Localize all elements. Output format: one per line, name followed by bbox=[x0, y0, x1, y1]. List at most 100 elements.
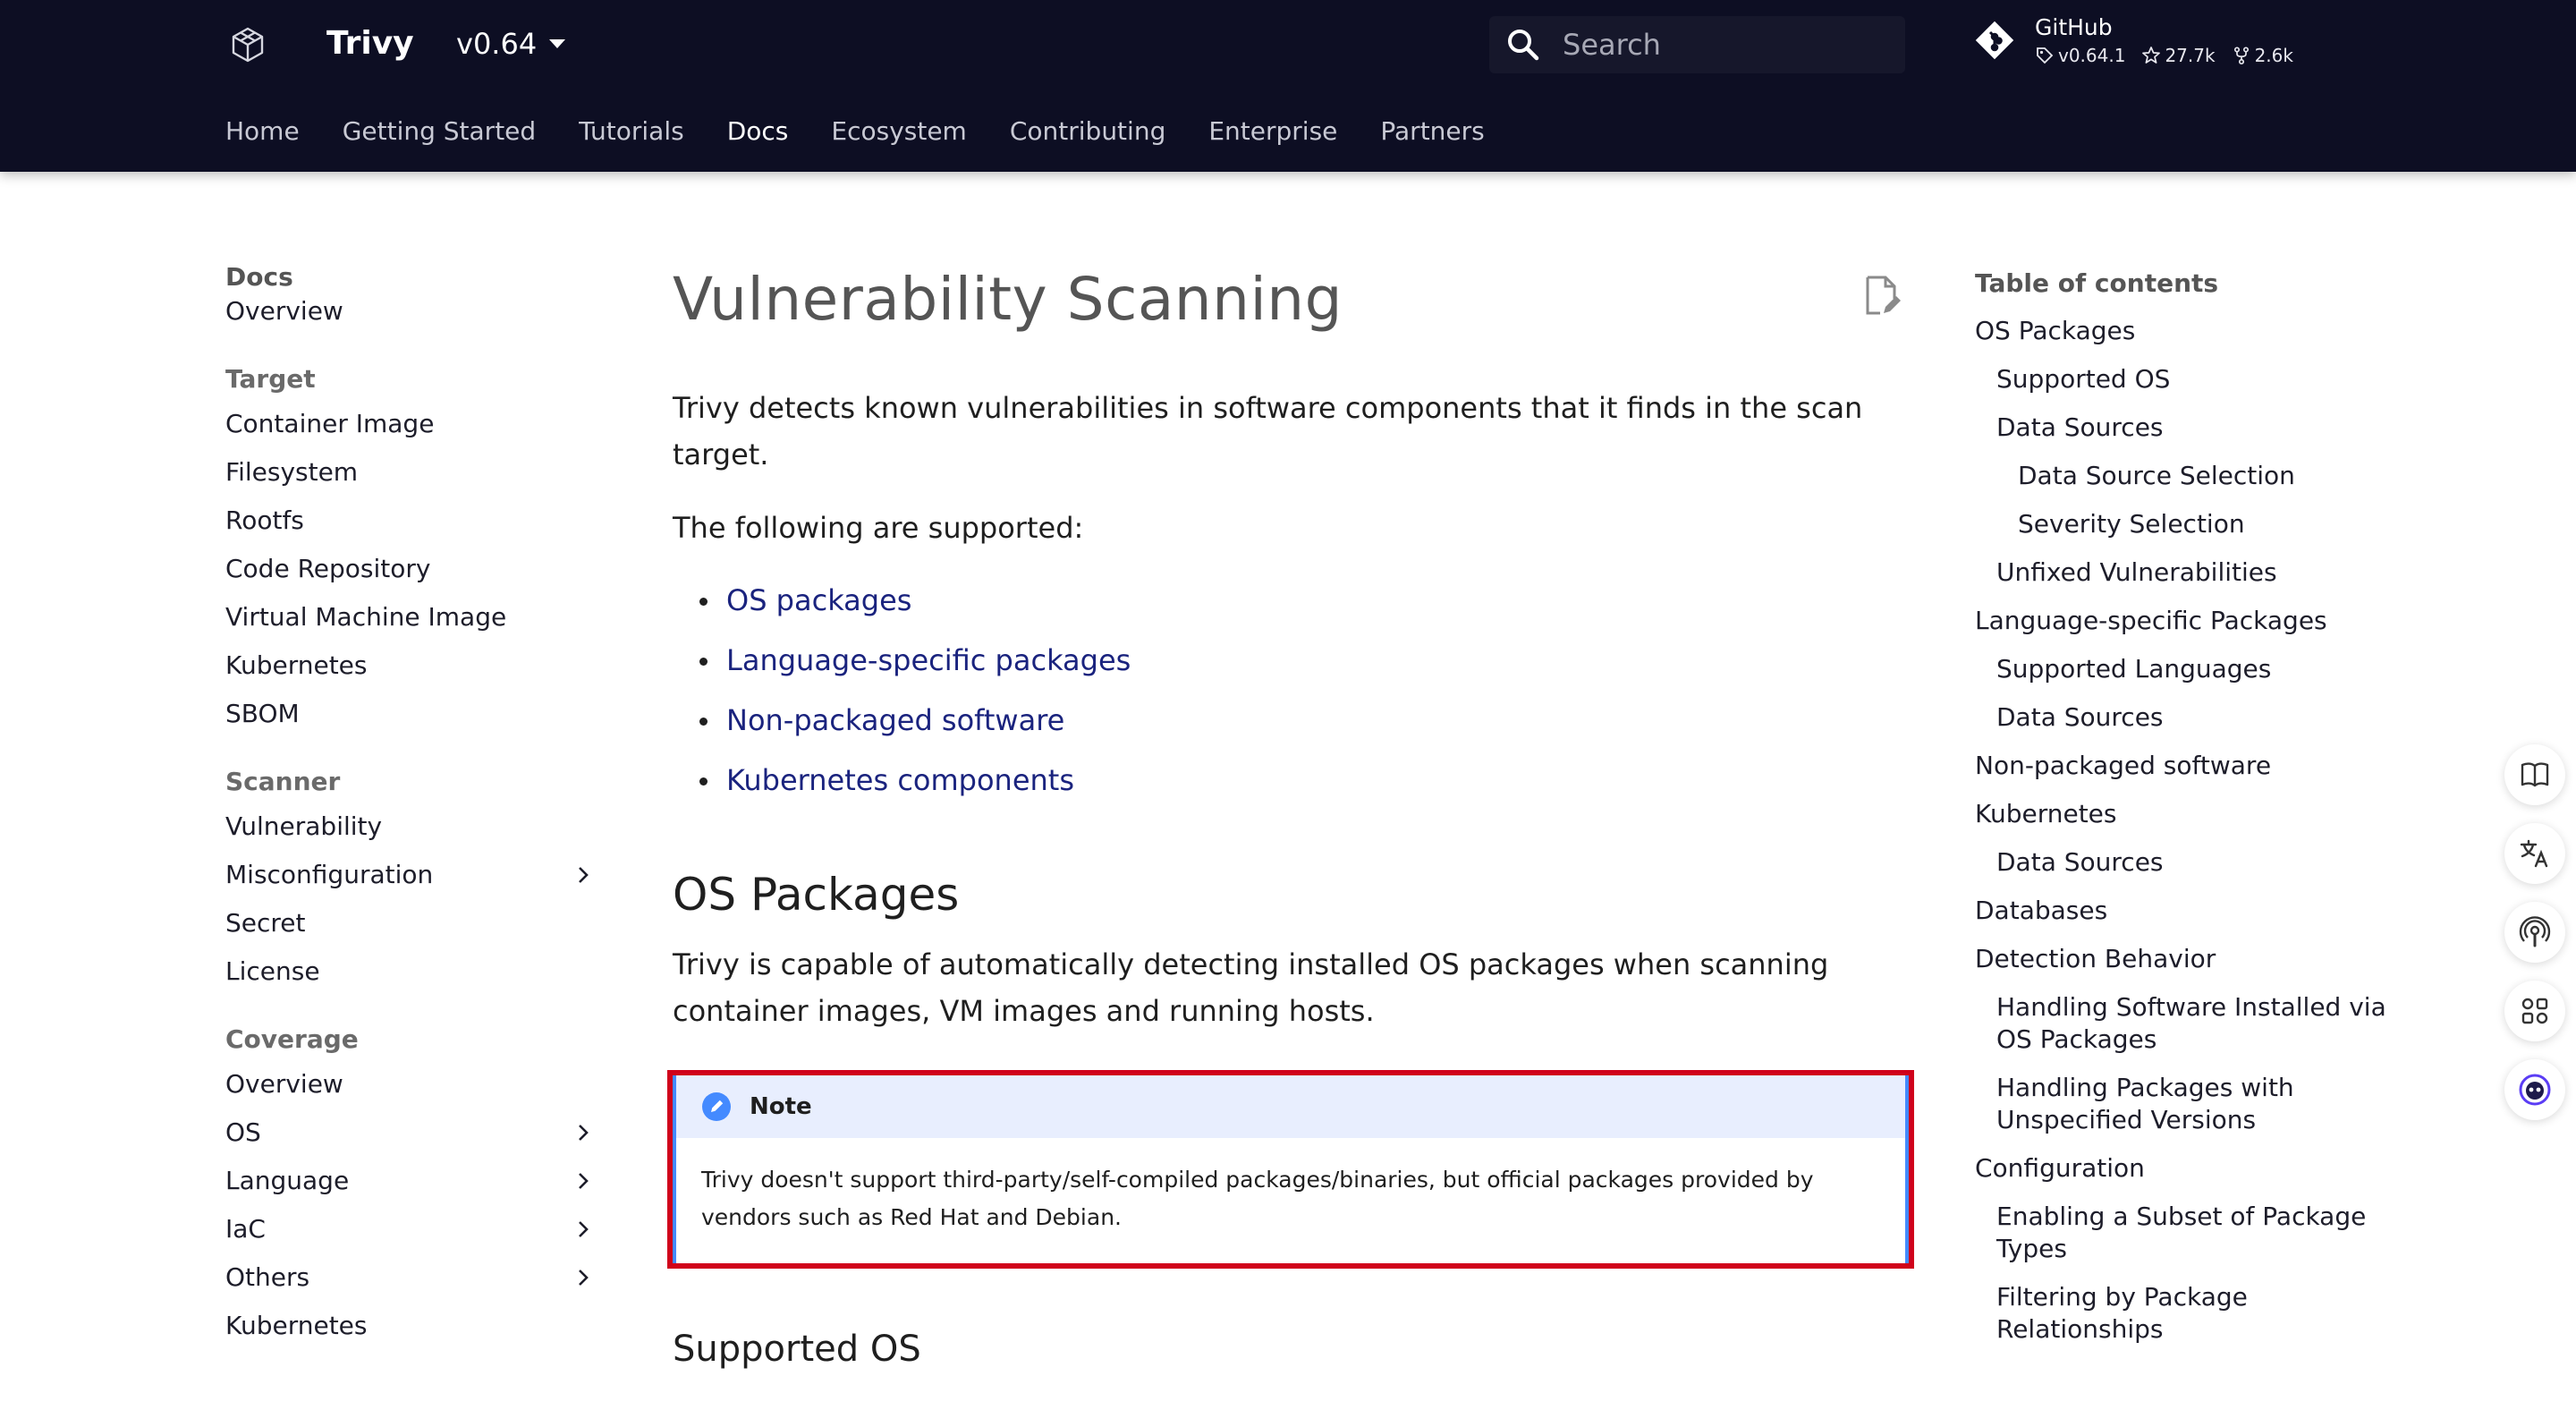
translate-icon bbox=[2520, 839, 2548, 868]
repo-stars: 27.7k bbox=[2141, 43, 2216, 68]
list-item: Language-specific packages bbox=[699, 631, 1911, 691]
note-title: Note bbox=[750, 1093, 812, 1120]
sidebar-item-label: IaC bbox=[225, 1214, 266, 1244]
apps-button[interactable] bbox=[2504, 981, 2565, 1041]
repo-tag: v0.64.1 bbox=[2035, 43, 2125, 68]
sidebar-item-os[interactable]: OS bbox=[225, 1109, 601, 1158]
sidebar-item-sbom[interactable]: SBOM bbox=[225, 691, 601, 739]
toc-item[interactable]: Data Sources bbox=[1975, 839, 2404, 888]
toc-item[interactable]: Data Sources bbox=[1975, 404, 2404, 453]
sidebar-item-coverage-overview[interactable]: Overview bbox=[225, 1061, 601, 1109]
github-repo-link[interactable]: GitHub v0.64.1 27.7k 2.6k bbox=[1972, 13, 2293, 68]
note-header: Note bbox=[676, 1075, 1905, 1138]
grid-icon bbox=[2521, 998, 2548, 1024]
tab-docs[interactable]: Docs bbox=[727, 109, 789, 154]
pencil-circle-icon bbox=[702, 1092, 731, 1121]
tab-enterprise[interactable]: Enterprise bbox=[1208, 109, 1337, 154]
toc-item[interactable]: OS Packages bbox=[1975, 308, 2404, 356]
tag-icon bbox=[2037, 47, 2054, 64]
toc-item[interactable]: Filtering by Package Relationships bbox=[1975, 1274, 2404, 1355]
toc-item[interactable]: Databases bbox=[1975, 888, 2404, 936]
toc-item[interactable]: Kubernetes bbox=[1975, 791, 2404, 839]
toc-item[interactable]: Data Sources bbox=[1975, 694, 2404, 743]
chevron-right-icon[interactable] bbox=[572, 1219, 594, 1240]
tab-contributing[interactable]: Contributing bbox=[1010, 109, 1166, 154]
docs-sidebar: Docs Overview Target Container Image Fil… bbox=[225, 259, 601, 1351]
search-input[interactable] bbox=[1563, 16, 1894, 73]
tab-ecosystem[interactable]: Ecosystem bbox=[831, 109, 966, 154]
toc-list: OS Packages Supported OS Data Sources Data … bbox=[1975, 308, 2404, 1355]
toc-item[interactable]: Handling Packages with Unspecified Versi… bbox=[1975, 1065, 2404, 1145]
sidebar-item-label: Misconfiguration bbox=[225, 860, 434, 889]
tab-getting-started[interactable]: Getting Started bbox=[343, 109, 536, 154]
toc-item[interactable]: Language-specific Packages bbox=[1975, 598, 2404, 646]
toc-item[interactable]: Detection Behavior bbox=[1975, 936, 2404, 984]
sidebar-item-label: Language bbox=[225, 1166, 350, 1195]
toc-item[interactable]: Data Source Selection bbox=[1975, 453, 2404, 501]
sidebar-item-vulnerability[interactable]: Vulnerability bbox=[225, 803, 601, 852]
chevron-right-icon[interactable] bbox=[572, 1267, 594, 1288]
version-selector[interactable]: v0.64 bbox=[456, 20, 566, 68]
sidebar-item-label: OS bbox=[225, 1117, 261, 1147]
reader-button[interactable] bbox=[2504, 744, 2565, 805]
sidebar-item-rootfs[interactable]: Rootfs bbox=[225, 497, 601, 546]
search-box[interactable] bbox=[1489, 16, 1905, 73]
note-admonition: Note Trivy doesn't support third-party/s… bbox=[667, 1070, 1914, 1269]
sidebar-item-container-image[interactable]: Container Image bbox=[225, 401, 601, 449]
sidebar-item-language[interactable]: Language bbox=[225, 1158, 601, 1206]
toc-item[interactable]: Supported Languages bbox=[1975, 646, 2404, 694]
toc-item[interactable]: Handling Software Installed via OS Packa… bbox=[1975, 984, 2404, 1065]
sidebar-title: Docs bbox=[225, 262, 293, 292]
toc-item[interactable]: Unfixed Vulnerabilities bbox=[1975, 549, 2404, 598]
toc-item[interactable]: Non-packaged software bbox=[1975, 743, 2404, 791]
main-content: Vulnerability Scanning Trivy detects kno… bbox=[667, 251, 1914, 1376]
site-title[interactable]: Trivy bbox=[326, 20, 414, 68]
sidebar-item-code-repository[interactable]: Code Repository bbox=[225, 546, 601, 594]
link-non-packaged-software[interactable]: Non-packaged software bbox=[726, 703, 1064, 737]
supported-os-heading: Supported OS bbox=[673, 1329, 921, 1370]
sidebar-item-kubernetes[interactable]: Kubernetes bbox=[225, 642, 601, 691]
tab-partners[interactable]: Partners bbox=[1380, 109, 1484, 154]
chevron-right-icon[interactable] bbox=[572, 1122, 594, 1143]
toc-item[interactable]: Severity Selection bbox=[1975, 501, 2404, 549]
list-item: Non-packaged software bbox=[699, 691, 1911, 751]
sidebar-item-coverage-kubernetes[interactable]: Kubernetes bbox=[225, 1303, 601, 1351]
tab-tutorials[interactable]: Tutorials bbox=[579, 109, 684, 154]
fork-icon bbox=[2233, 47, 2249, 65]
chevron-right-icon[interactable] bbox=[572, 1170, 594, 1192]
caret-down-icon bbox=[549, 39, 566, 48]
sidebar-item-virtual-machine-image[interactable]: Virtual Machine Image bbox=[225, 594, 601, 642]
trivy-logo-icon[interactable] bbox=[228, 25, 267, 64]
sidebar-item-misconfiguration[interactable]: Misconfiguration bbox=[225, 852, 601, 900]
sidebar-item-label: Others bbox=[225, 1262, 310, 1292]
tab-home[interactable]: Home bbox=[225, 109, 300, 154]
sidebar-item-overview[interactable]: Overview bbox=[225, 295, 601, 336]
sidebar-item-license[interactable]: License bbox=[225, 948, 601, 997]
toc-title: Table of contents bbox=[1975, 268, 2219, 298]
sidebar-section-coverage: Coverage bbox=[225, 1024, 359, 1054]
toc-item[interactable]: Supported OS bbox=[1975, 356, 2404, 404]
sidebar-item-secret[interactable]: Secret bbox=[225, 900, 601, 948]
chevron-right-icon[interactable] bbox=[572, 864, 594, 886]
sidebar-item-others[interactable]: Others bbox=[225, 1254, 601, 1303]
supported-intro: The following are supported: bbox=[673, 511, 1084, 545]
link-kubernetes-components[interactable]: Kubernetes components bbox=[726, 763, 1074, 797]
sidebar-item-filesystem[interactable]: Filesystem bbox=[225, 449, 601, 497]
note-body: Trivy doesn't support third-party/self-c… bbox=[701, 1167, 1814, 1230]
supported-list: OS packages Language-specific packages N… bbox=[699, 571, 1911, 811]
link-language-specific-packages[interactable]: Language-specific packages bbox=[726, 643, 1131, 677]
search-icon bbox=[1508, 30, 1539, 61]
repo-forks-count: 2.6k bbox=[2254, 45, 2293, 66]
page-title: Vulnerability Scanning bbox=[673, 265, 1343, 334]
link-os-packages[interactable]: OS packages bbox=[726, 583, 911, 617]
assistant-button[interactable] bbox=[2504, 1059, 2565, 1120]
toc-item[interactable]: Enabling a Subset of Package Types bbox=[1975, 1193, 2404, 1274]
os-packages-paragraph: Trivy is capable of automatically detect… bbox=[673, 947, 1829, 1028]
book-icon bbox=[2521, 762, 2549, 787]
sidebar-item-iac[interactable]: IaC bbox=[225, 1206, 601, 1254]
toc-item[interactable]: Configuration bbox=[1975, 1145, 2404, 1193]
assistant-icon bbox=[2519, 1074, 2551, 1106]
translate-button[interactable] bbox=[2504, 823, 2565, 884]
git-icon bbox=[1975, 21, 2014, 60]
podcast-button[interactable] bbox=[2504, 902, 2565, 963]
